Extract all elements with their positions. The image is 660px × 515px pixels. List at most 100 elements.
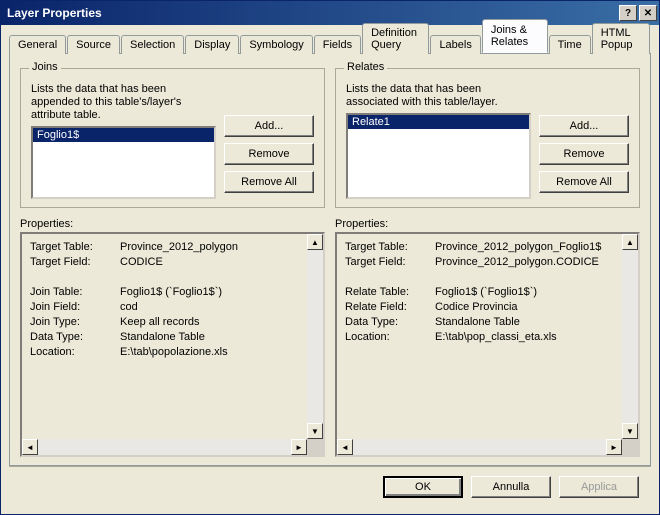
tab-definition-query[interactable]: Definition Query — [362, 23, 429, 54]
property-row: Target Field:Province_2012_polygon.CODIC… — [345, 255, 630, 270]
vertical-scrollbar[interactable]: ▲ ▼ — [622, 234, 638, 439]
scroll-left-icon[interactable]: ◄ — [22, 439, 38, 455]
tab-source[interactable]: Source — [67, 35, 120, 54]
tab-labels[interactable]: Labels — [430, 35, 480, 54]
relates-properties-box: Target Table:Province_2012_polygon_Fogli… — [335, 232, 640, 457]
property-key: Join Type: — [30, 315, 120, 330]
property-value: Foglio1$ (`Foglio1$`) — [120, 285, 315, 300]
tab-display[interactable]: Display — [185, 35, 239, 54]
relates-listbox[interactable]: Relate1 — [346, 113, 531, 199]
property-value: Codice Provincia — [435, 300, 630, 315]
scroll-track[interactable] — [38, 439, 291, 455]
property-key: Relate Field: — [345, 300, 435, 315]
property-row: Join Table:Foglio1$ (`Foglio1$`) — [30, 285, 315, 300]
property-value: cod — [120, 300, 315, 315]
joins-buttons: Add... Remove Remove All — [224, 83, 314, 199]
window-title: Layer Properties — [7, 6, 617, 20]
joins-side: Joins Lists the data that has been appen… — [20, 62, 325, 457]
relates-remove-button[interactable]: Remove — [539, 143, 629, 165]
apply-button[interactable]: Applica — [559, 476, 639, 498]
property-row: Join Type:Keep all records — [30, 315, 315, 330]
joins-remove-all-button[interactable]: Remove All — [224, 171, 314, 193]
joins-group-left: Lists the data that has been appended to… — [31, 83, 216, 199]
tab-symbology[interactable]: Symbology — [240, 35, 312, 54]
relates-legend: Relates — [344, 61, 387, 73]
joins-remove-button[interactable]: Remove — [224, 143, 314, 165]
tab-panel-joins-relates: Joins Lists the data that has been appen… — [9, 53, 651, 466]
scroll-down-icon[interactable]: ▼ — [622, 423, 638, 439]
property-key: Join Table: — [30, 285, 120, 300]
property-value: E:\tab\popolazione.xls — [120, 345, 315, 360]
horizontal-scrollbar[interactable]: ◄ ► — [337, 439, 622, 455]
property-row: Target Field:CODICE — [30, 255, 315, 270]
scroll-right-icon[interactable]: ► — [291, 439, 307, 455]
relates-buttons: Add... Remove Remove All — [539, 83, 629, 199]
scroll-corner — [307, 439, 323, 455]
property-value: E:\tab\pop_classi_eta.xls — [435, 330, 630, 345]
property-value: Standalone Table — [435, 315, 630, 330]
relates-props-label: Properties: — [335, 218, 640, 230]
joins-desc: Lists the data that has been appended to… — [31, 83, 216, 122]
help-button[interactable]: ? — [619, 5, 637, 21]
tab-joins-relates[interactable]: Joins & Relates — [482, 19, 548, 53]
property-value: Standalone Table — [120, 330, 315, 345]
scroll-up-icon[interactable]: ▲ — [307, 234, 323, 250]
tab-general[interactable]: General — [9, 35, 66, 54]
property-value: Province_2012_polygon.CODICE — [435, 255, 630, 270]
scroll-right-icon[interactable]: ► — [606, 439, 622, 455]
property-key: Target Field: — [30, 255, 120, 270]
property-value: Foglio1$ (`Foglio1$`) — [435, 285, 630, 300]
relates-side: Relates Lists the data that has been ass… — [335, 62, 640, 457]
list-item[interactable]: Relate1 — [348, 115, 529, 129]
scroll-up-icon[interactable]: ▲ — [622, 234, 638, 250]
close-button[interactable]: ✕ — [639, 5, 657, 21]
property-row: Data Type:Standalone Table — [30, 330, 315, 345]
property-row: Location:E:\tab\popolazione.xls — [30, 345, 315, 360]
property-row: Data Type:Standalone Table — [345, 315, 630, 330]
tab-html-popup[interactable]: HTML Popup — [592, 23, 650, 54]
property-key: Location: — [345, 330, 435, 345]
relates-remove-all-button[interactable]: Remove All — [539, 171, 629, 193]
horizontal-scrollbar[interactable]: ◄ ► — [22, 439, 307, 455]
joins-properties-box: Target Table:Province_2012_polygonTarget… — [20, 232, 325, 457]
scroll-track[interactable] — [622, 250, 638, 423]
tab-fields[interactable]: Fields — [314, 35, 361, 54]
property-row: Location:E:\tab\pop_classi_eta.xls — [345, 330, 630, 345]
list-item[interactable]: Foglio1$ — [33, 128, 214, 142]
scroll-down-icon[interactable]: ▼ — [307, 423, 323, 439]
cancel-button[interactable]: Annulla — [471, 476, 551, 498]
relates-desc: Lists the data that has been associated … — [346, 83, 531, 109]
property-key: Location: — [30, 345, 120, 360]
joins-add-button[interactable]: Add... — [224, 115, 314, 137]
ok-button[interactable]: OK — [383, 476, 463, 498]
property-key: Relate Table: — [345, 285, 435, 300]
property-row: Relate Table:Foglio1$ (`Foglio1$`) — [345, 285, 630, 300]
scroll-track[interactable] — [353, 439, 606, 455]
tab-strip: GeneralSourceSelectionDisplaySymbologyFi… — [9, 31, 651, 53]
tab-selection[interactable]: Selection — [121, 35, 184, 54]
property-row: Target Table:Province_2012_polygon — [30, 240, 315, 255]
property-value: Keep all records — [120, 315, 315, 330]
property-key: Target Field: — [345, 255, 435, 270]
scroll-track[interactable] — [307, 250, 323, 423]
scroll-left-icon[interactable]: ◄ — [337, 439, 353, 455]
vertical-scrollbar[interactable]: ▲ ▼ — [307, 234, 323, 439]
titlebar: Layer Properties ? ✕ — [1, 1, 659, 25]
property-value: CODICE — [120, 255, 315, 270]
property-value: Province_2012_polygon — [120, 240, 315, 255]
relates-group-left: Lists the data that has been associated … — [346, 83, 531, 199]
relates-group: Relates Lists the data that has been ass… — [335, 68, 640, 208]
joins-legend: Joins — [29, 61, 61, 73]
dialog-buttons: OK Annulla Applica — [9, 466, 651, 506]
joins-listbox[interactable]: Foglio1$ — [31, 126, 216, 199]
property-row: Target Table:Province_2012_polygon_Fogli… — [345, 240, 630, 255]
relates-add-button[interactable]: Add... — [539, 115, 629, 137]
layer-properties-dialog: Layer Properties ? ✕ GeneralSourceSelect… — [0, 0, 660, 515]
client-area: GeneralSourceSelectionDisplaySymbologyFi… — [1, 25, 659, 514]
property-key: Data Type: — [30, 330, 120, 345]
property-row: Join Field:cod — [30, 300, 315, 315]
property-key: Target Table: — [30, 240, 120, 255]
tab-time[interactable]: Time — [549, 35, 591, 54]
joins-group: Joins Lists the data that has been appen… — [20, 68, 325, 208]
scroll-corner — [622, 439, 638, 455]
